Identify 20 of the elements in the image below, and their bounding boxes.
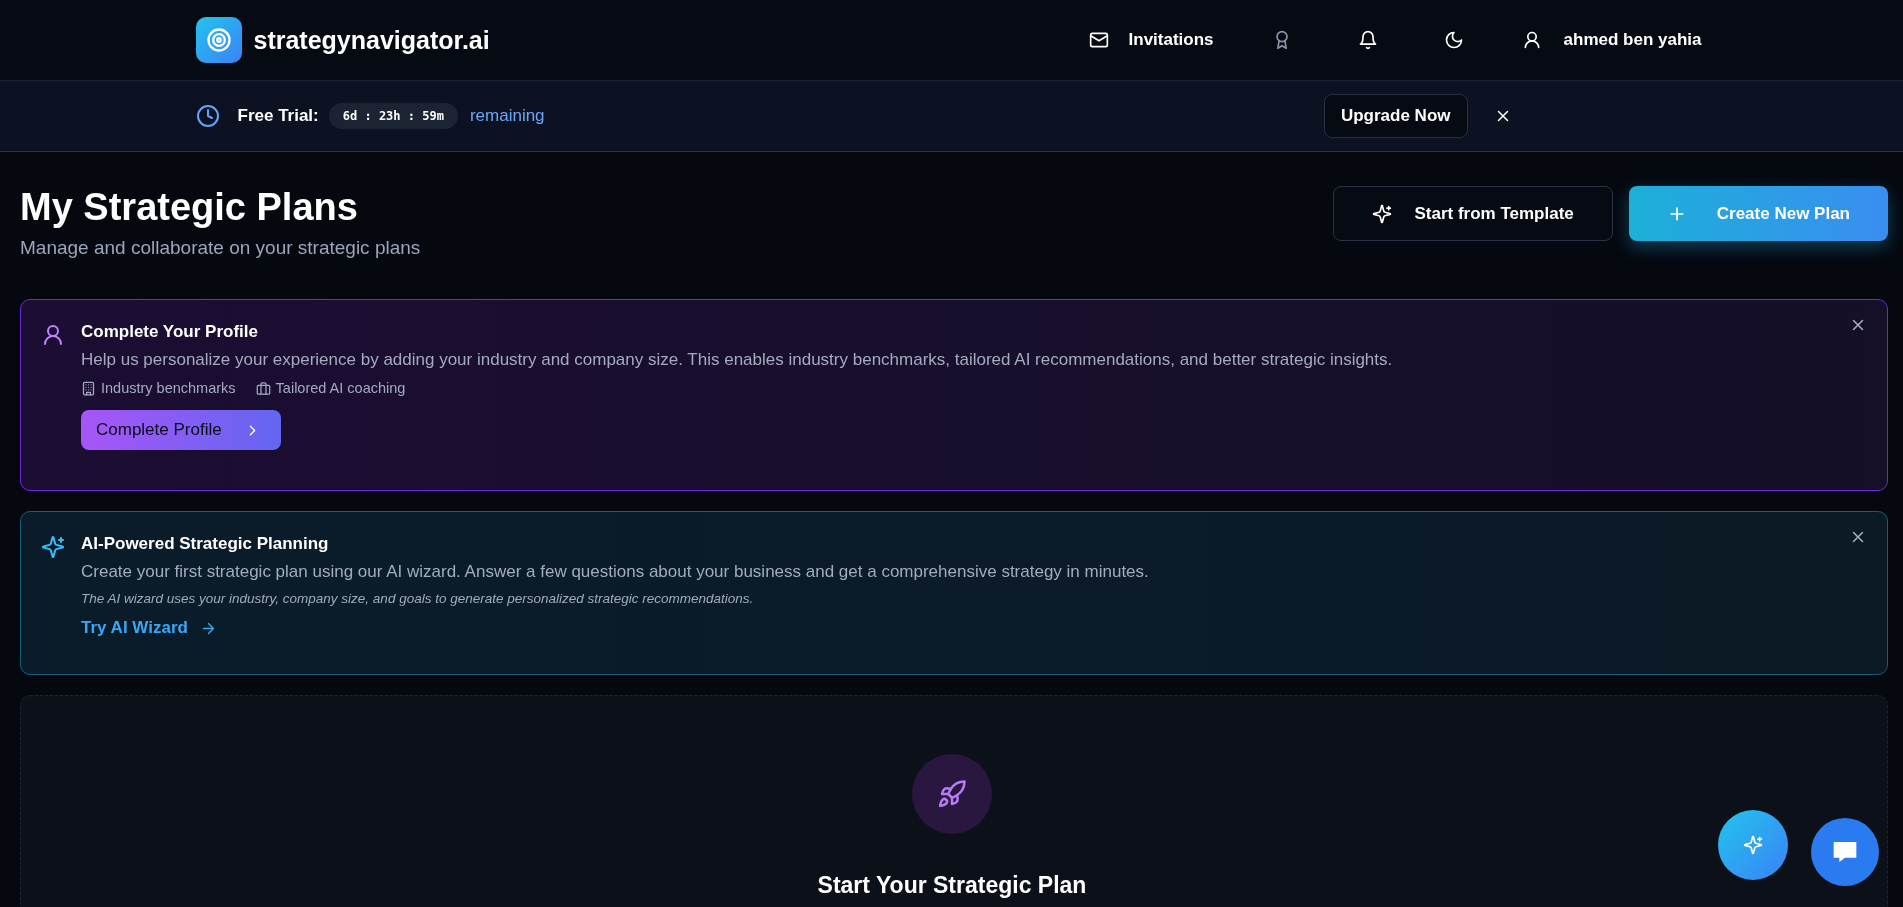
complete-profile-button[interactable]: Complete Profile — [81, 410, 281, 450]
trial-remaining-text: remaining — [469, 106, 545, 126]
page-title: My Strategic Plans — [20, 186, 359, 229]
page-subtitle: Manage and collaborate on your strategic plans — [20, 237, 421, 259]
trial-label: Free Trial: — [237, 106, 319, 126]
template-button[interactable]: Start from Template — [1333, 186, 1613, 241]
brand-name[interactable]: strategynavigator.ai — [253, 25, 490, 55]
card-note: The AI wizard uses your industry, company size, and goals to generate personalized strategic recommendations. — [81, 591, 754, 606]
ai-wizard-link[interactable]: Try AI Wizard — [81, 618, 217, 638]
user-menu-button[interactable]: ahmed ben yahia — [1521, 22, 1702, 58]
card-text: Help us personalize your experience by adding your industry and company size. This enables industry benchmarks, tailored AI recommendations, and better strategic insights. — [81, 350, 1393, 370]
card-title: Complete Your Profile — [81, 322, 258, 342]
invitations-button[interactable]: Invitations — [1088, 22, 1214, 58]
card-text: Create your first strategic plan using our AI wizard. Answer a few questions about your business and get a comprehensive strategy in minutes. — [81, 562, 1149, 582]
countdown-badge: 6d : 23h : 59m — [328, 103, 458, 129]
card-title: AI-Powered Strategic Planning — [81, 534, 329, 554]
feature-label: Industry benchmarks — [101, 380, 236, 396]
upgrade-button[interactable]: Upgrade Now — [1323, 94, 1468, 138]
feature-label: Tailored AI coaching — [275, 380, 406, 396]
empty-state-title: Start Your Strategic Plan — [817, 872, 1087, 899]
